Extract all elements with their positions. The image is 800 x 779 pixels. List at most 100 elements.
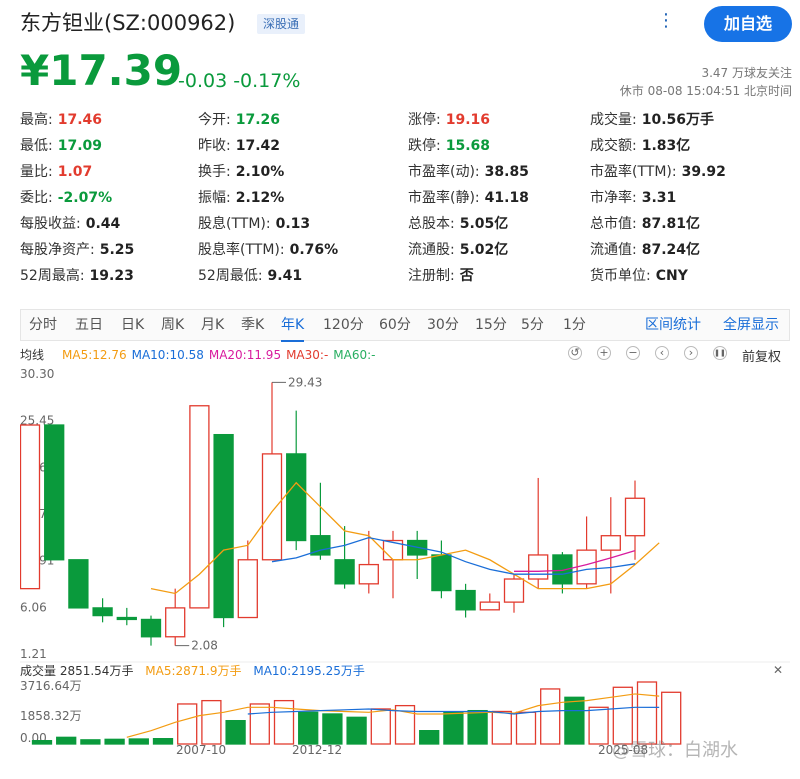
stat-value: 39.92 [681,164,726,180]
stat-item: 昨收: 17.42 [198,134,280,158]
fullscreen-button[interactable]: 全屏显示 [723,310,779,340]
zoom-in-icon[interactable]: + [597,346,611,360]
stat-item: 成交额: 1.83亿 [590,134,690,158]
volume-bar [104,738,125,745]
stat-key: 股息率(TTM): [198,242,285,258]
scroll-left-icon[interactable]: ‹ [655,346,669,360]
tab-4[interactable]: 月K [201,310,224,340]
stat-item: 流通股: 5.02亿 [408,238,508,262]
scroll-right-icon[interactable]: › [684,346,698,360]
stat-key: 每股收益: [20,216,81,232]
stat-item: 市盈率(静): 41.18 [408,186,529,210]
candle-body [455,589,476,611]
stat-key: 每股净资产: [20,242,95,258]
stat-value: 19.16 [445,112,491,128]
candle-body [576,549,597,585]
volume-bar [636,681,658,745]
volume-bar [201,699,222,745]
tab-5[interactable]: 季K [241,310,264,340]
candle-body [140,618,162,638]
stat-item: 总市值: 87.81亿 [590,212,700,236]
volume-bar [177,703,198,745]
stat-key: 今开: [198,112,231,128]
ma-item: MA5:12.76 [62,348,127,362]
stat-key: 成交量: [590,112,637,128]
candle-body [624,497,646,537]
adjust-mode-toggle[interactable]: 前复权 [742,346,781,365]
stat-key: 委比: [20,190,53,206]
followers-count[interactable]: 3.47 万球友关注 [701,64,792,81]
annotation-label: 29.43 [288,375,322,389]
stat-item: 总股本: 5.05亿 [408,212,508,236]
volume-bar [249,703,270,745]
close-icon[interactable]: ✕ [773,664,785,676]
candle-body [431,554,452,592]
ma-item: MA10:10.58 [131,348,204,362]
stat-item: 52周最高: 19.23 [20,264,134,288]
candle-body [92,607,113,617]
tab-3[interactable]: 周K [161,310,184,340]
pause-icon[interactable]: ❚❚ [713,346,727,360]
ellipsis-vertical-icon[interactable]: ⋮ [656,12,676,32]
annotation-label: 2.08 [191,639,218,653]
stat-item: 最低: 17.09 [20,134,102,158]
kline-chart[interactable]: 30.3025.4520.6115.7610.916.061.2129.432.… [20,366,790,756]
undo-icon[interactable]: ↺ [568,346,582,360]
tab-7[interactable]: 120分 [323,310,364,340]
volume-tick-label: 1858.32万 [20,709,82,723]
stat-value: 5.02亿 [459,242,509,258]
tab-0[interactable]: 分时 [29,310,57,340]
stat-key: 市盈率(TTM): [590,164,677,180]
stat-key: 昨收: [198,138,231,154]
stat-key: 市净率: [590,190,637,206]
stat-key: 注册制: [408,268,455,284]
stat-value: 0.44 [85,216,121,232]
volume-ma5: MA5:2871.9万手 [145,664,242,678]
stat-value: CNY [655,268,688,284]
stat-value: 15.68 [445,138,491,154]
stat-item: 振幅: 2.12% [198,186,284,210]
volume-bar [370,708,391,745]
zoom-out-icon[interactable]: − [626,346,640,360]
candle-body [261,453,283,561]
tab-9[interactable]: 30分 [427,310,459,340]
chart-period-tabs: 分时 五日 日K 周K 月K 季K 年K 120分 60分 30分 15分 5分 1分 区间统计 全屏显示 [20,309,790,342]
candle-body [213,433,234,619]
x-tick-label: 2012-12 [292,743,342,756]
ma-item: MA60:- [333,348,376,362]
stat-key: 最高: [20,112,53,128]
stat-key: 流通值: [590,242,637,258]
candle-body [189,405,210,609]
tab-2[interactable]: 日K [121,310,144,340]
stat-key: 振幅: [198,190,231,206]
range-stats-button[interactable]: 区间统计 [645,310,701,340]
stat-value: 10.56万手 [641,112,715,128]
stat-value: 41.18 [484,190,529,206]
tab-12[interactable]: 1分 [563,310,586,340]
tab-11[interactable]: 5分 [521,310,544,340]
tab-1[interactable]: 五日 [75,310,103,340]
volume-bar [56,736,77,745]
stat-item: 委比: -2.07% [20,186,112,210]
stat-key: 股息(TTM): [198,216,271,232]
volume-bar [443,711,464,745]
stat-key: 总股本: [408,216,455,232]
add-watchlist-button[interactable]: 加自选 [704,6,792,42]
stat-item: 流通值: 87.24亿 [590,238,700,262]
stat-value: 0.76% [289,242,339,258]
stat-value: 87.81亿 [641,216,701,232]
stat-value: 5.25 [99,242,135,258]
volume-bar [322,713,343,745]
stat-value: -2.07% [57,190,113,206]
stat-value: 2.10% [235,164,285,180]
hk-connect-tag[interactable]: 深股通 [257,14,306,34]
tab-10[interactable]: 15分 [475,310,507,340]
stat-value: 9.41 [267,268,303,284]
tab-6[interactable]: 年K [281,310,305,342]
ma-legend: 均线 MA5:12.76 MA10:10.58 MA20:11.95 MA30:- MA6… [20,346,381,364]
tab-8[interactable]: 60分 [379,310,411,340]
stat-value: 17.26 [235,112,281,128]
volume-ma10: MA10:2195.25万手 [253,664,365,678]
trade-status-time: 休市 08-08 15:04:51 北京时间 [619,84,792,98]
stat-item: 每股收益: 0.44 [20,212,120,236]
